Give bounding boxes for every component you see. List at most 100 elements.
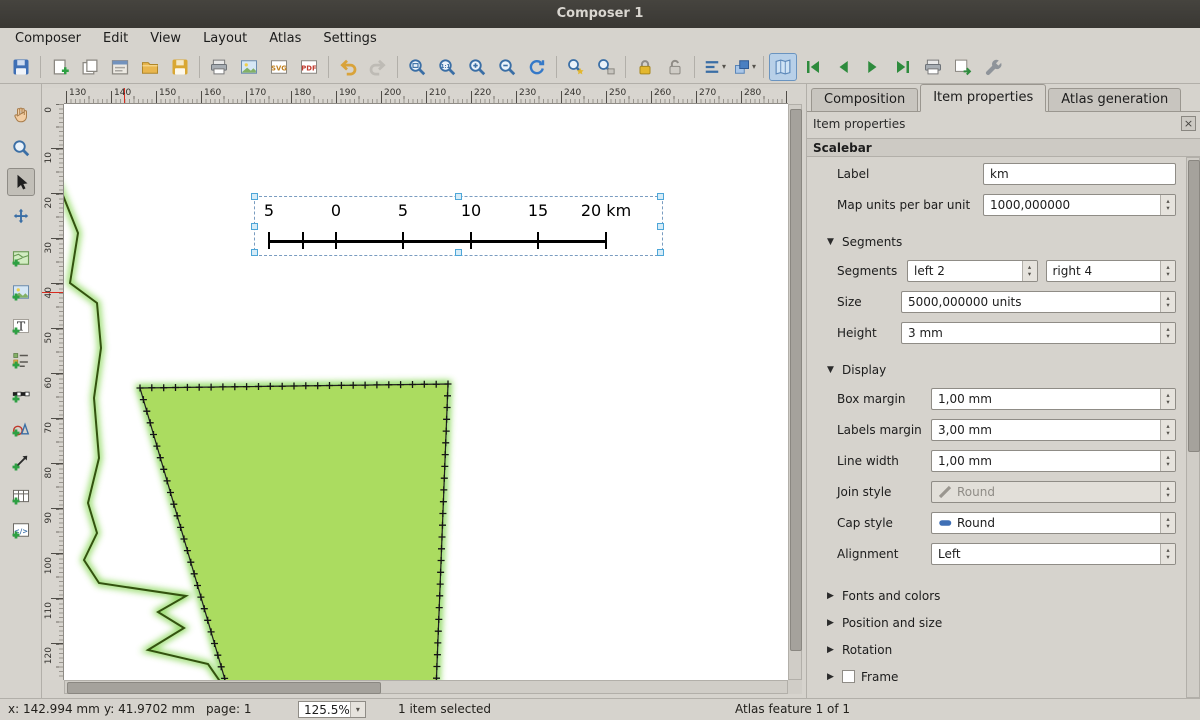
toolbar-raise-selected-items[interactable]: ▾ [730,53,758,81]
scalebar-label-input[interactable]: km [983,163,1176,185]
map-units-spin-buttons[interactable]: ▴▾ [1160,195,1175,215]
join-style-spin-buttons[interactable]: ▴▾ [1160,482,1175,502]
tool-add-arrow[interactable] [7,448,35,476]
window-titlebar[interactable]: Composer 1 [0,0,1200,28]
toolbar-zoom-to-selection[interactable] [562,53,590,81]
selection-handle-w[interactable] [251,223,258,230]
menu-composer[interactable]: Composer [4,28,92,50]
segments-left-spinbox[interactable]: left 2 ▴▾ [907,260,1038,282]
tool-add-scalebar[interactable] [7,380,35,408]
selection-handle-nw[interactable] [251,193,258,200]
hscroll-thumb[interactable] [67,682,381,694]
canvas-horizontal-scrollbar[interactable] [64,680,788,694]
map-units-spinbox[interactable]: 1000,000000 ▴▾ [983,194,1176,216]
section-frame[interactable]: ▶ Frame [825,667,1186,686]
tab-item-properties[interactable]: Item properties [920,84,1046,112]
selection-handle-sw[interactable] [251,249,258,256]
toolbar-atlas-previous-feature[interactable] [829,53,857,81]
tool-pan[interactable] [7,100,35,128]
menu-layout[interactable]: Layout [192,28,258,50]
menu-edit[interactable]: Edit [92,28,139,50]
toolbar-export-as-image[interactable] [235,53,263,81]
toolbar-unlock-all-items[interactable] [661,53,689,81]
toolbar-duplicate-composer[interactable] [76,53,104,81]
section-fonts-and-colors[interactable]: ▶ Fonts and colors [825,586,1186,605]
dropdown-arrow-icon[interactable]: ▾ [752,62,756,71]
segments-left-spin-buttons[interactable]: ▴▾ [1022,261,1037,281]
toolbar-atlas-next-feature[interactable] [859,53,887,81]
toolbar-export-as-svg[interactable]: SVG [265,53,293,81]
selection-handle-n[interactable] [455,193,462,200]
section-header-segments[interactable]: ▼ Segments [825,233,1186,251]
segments-right-spin-buttons[interactable]: ▴▾ [1160,261,1175,281]
join-style-combo[interactable]: Round ▴▾ [931,481,1176,503]
scalebar-item[interactable]: 505101520 km [254,196,663,256]
section-position-and-size[interactable]: ▶ Position and size [825,613,1186,632]
toolbar-lock-selected-items[interactable] [631,53,659,81]
toolbar-zoom-full[interactable] [403,53,431,81]
frame-checkbox[interactable] [842,670,855,683]
toolbar-zoom-out[interactable] [493,53,521,81]
tool-add-attribute-table[interactable] [7,482,35,510]
cap-style-combo[interactable]: Round ▴▾ [931,512,1176,534]
size-spin-buttons[interactable]: ▴▾ [1160,292,1175,312]
menu-atlas[interactable]: Atlas [258,28,312,50]
toolbar-save-project[interactable] [7,53,35,81]
box-margin-spinbox[interactable]: 1,00 mm ▴▾ [931,388,1176,410]
alignment-spin-buttons[interactable]: ▴▾ [1160,544,1175,564]
menu-view[interactable]: View [139,28,192,50]
toolbar-zoom-100[interactable]: 1:1 [433,53,461,81]
toolbar-print-atlas[interactable] [919,53,947,81]
labels-margin-spin-buttons[interactable]: ▴▾ [1160,420,1175,440]
toolbar-align-items[interactable]: ▾ [700,53,728,81]
selection-handle-e[interactable] [657,223,664,230]
tab-atlas-generation[interactable]: Atlas generation [1048,88,1181,111]
tool-add-label[interactable]: T [7,312,35,340]
toolbar-load-from-template[interactable] [136,53,164,81]
segments-right-spinbox[interactable]: right 4 ▴▾ [1046,260,1177,282]
line-width-spin-buttons[interactable]: ▴▾ [1160,451,1175,471]
cap-style-spin-buttons[interactable]: ▴▾ [1160,513,1175,533]
labels-margin-spinbox[interactable]: 3,00 mm ▴▾ [931,419,1176,441]
tool-add-new-map[interactable] [7,244,35,272]
map-item-polygon[interactable] [140,384,448,680]
canvas-vertical-scrollbar[interactable] [788,104,802,680]
alignment-combo[interactable]: Left ▴▾ [931,543,1176,565]
tool-zoom-tool[interactable] [7,134,35,162]
toolbar-refresh-view[interactable] [523,53,551,81]
panel-close-button[interactable]: × [1181,116,1196,131]
tool-add-image[interactable] [7,278,35,306]
section-rotation[interactable]: ▶ Rotation [825,640,1186,659]
toolbar-atlas-settings[interactable] [979,53,1007,81]
tool-move-item-content[interactable] [7,202,35,230]
panel-scrollbar[interactable] [1186,157,1200,698]
selection-handle-ne[interactable] [657,193,664,200]
toolbar-atlas-last-feature[interactable] [889,53,917,81]
toolbar-redo[interactable] [364,53,392,81]
menu-settings[interactable]: Settings [312,28,387,50]
toolbar-export-atlas[interactable] [949,53,977,81]
vscroll-thumb[interactable] [790,109,802,651]
toolbar-undo[interactable] [334,53,362,81]
composition-page[interactable]: 505101520 km [64,104,788,680]
line-width-spinbox[interactable]: 1,00 mm ▴▾ [931,450,1176,472]
tool-select-move-item[interactable] [7,168,35,196]
box-margin-spin-buttons[interactable]: ▴▾ [1160,389,1175,409]
panel-scroll-thumb[interactable] [1188,160,1200,452]
toolbar-composer-manager[interactable] [106,53,134,81]
size-spinbox[interactable]: 5000,000000 units ▴▾ [901,291,1176,313]
toolbar-print[interactable] [205,53,233,81]
selection-handle-se[interactable] [657,249,664,256]
selection-handle-s[interactable] [455,249,462,256]
toolbar-atlas-preview[interactable] [769,53,797,81]
tab-composition[interactable]: Composition [811,88,918,111]
height-spinbox[interactable]: 3 mm ▴▾ [901,322,1176,344]
zoom-combo-dropdown-arrow[interactable]: ▾ [350,702,365,717]
toolbar-zoom-last[interactable] [592,53,620,81]
tool-add-shape[interactable] [7,414,35,442]
toolbar-zoom-in[interactable] [463,53,491,81]
tool-add-legend[interactable] [7,346,35,374]
tool-add-html-frame[interactable]: </> [7,516,35,544]
toolbar-new-composer[interactable] [46,53,74,81]
toolbar-save-as-template[interactable] [166,53,194,81]
